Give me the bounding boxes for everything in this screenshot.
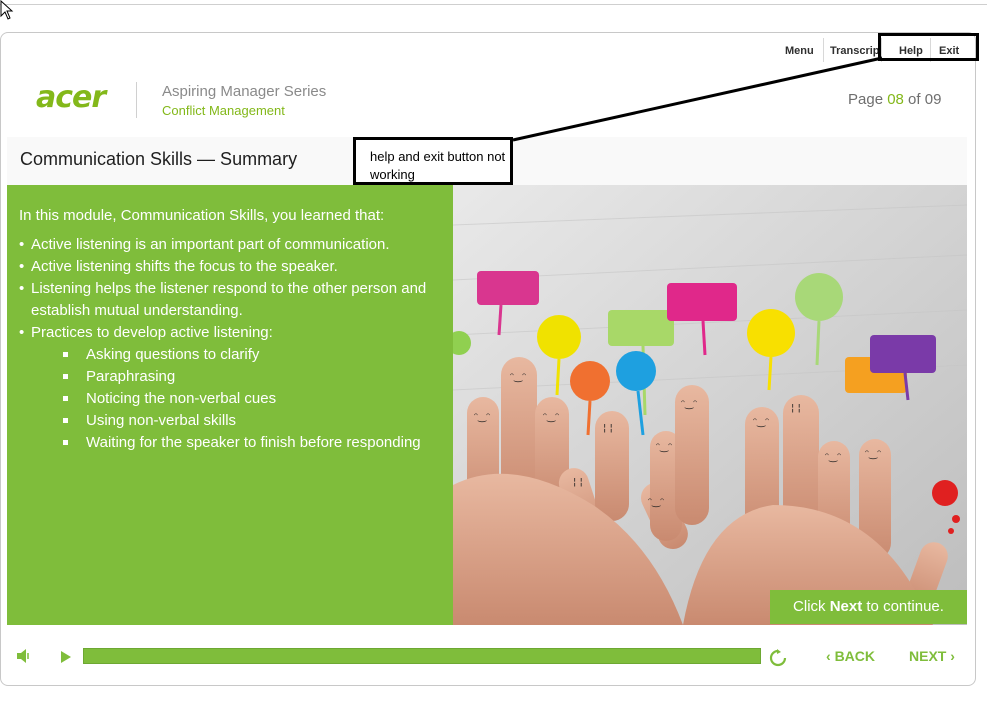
annotation-note: help and exit button not working bbox=[370, 149, 506, 182]
window-top-rule bbox=[0, 4, 987, 5]
svg-text:¦ ¦: ¦ ¦ bbox=[603, 423, 613, 434]
page-separator: of bbox=[903, 91, 925, 108]
bullet-text: Practices to develop active listening: bbox=[31, 324, 273, 341]
back-label: BACK bbox=[834, 648, 876, 664]
svg-text:ᵔ‿ᵔ: ᵔ‿ᵔ bbox=[656, 442, 672, 453]
nav-separator bbox=[823, 38, 824, 62]
svg-text:ᵔ‿ᵔ: ᵔ‿ᵔ bbox=[474, 412, 490, 423]
svg-text:ᵔ‿ᵔ: ᵔ‿ᵔ bbox=[753, 417, 769, 428]
svg-text:ᵔ‿ᵔ: ᵔ‿ᵔ bbox=[681, 399, 697, 410]
summary-bullet: • Active listening is an important part o… bbox=[19, 236, 390, 253]
page-total: 09 bbox=[924, 91, 942, 108]
fingers-speech-bubbles-illustration: ᵔ‿ᵔ ᵔ‿ᵔ ᵔ‿ᵔ ¦ ¦ ᵔ‿ᵔ ᵔ‿ᵔ ᵔ‿ᵔ ¦ ¦ ᵔ‿ᵔ ᵔ‿ᵔ ¦ ¦ ᵔ‿ᵔ bbox=[453, 185, 967, 625]
next-label: NEXT bbox=[909, 648, 947, 664]
play-icon[interactable] bbox=[60, 650, 72, 664]
replay-icon[interactable] bbox=[769, 649, 787, 667]
chevron-left-icon: ‹ bbox=[826, 648, 835, 664]
svg-text:ᵔ‿ᵔ: ᵔ‿ᵔ bbox=[648, 497, 664, 508]
transcript-button[interactable]: Transcrip bbox=[830, 45, 880, 57]
bullet-text: Active listening shifts the focus to the… bbox=[31, 258, 338, 275]
speaker-icon[interactable] bbox=[16, 649, 32, 663]
bullet-text: Active listening is an important part of… bbox=[31, 236, 390, 253]
next-button[interactable]: NEXT › bbox=[909, 648, 955, 664]
svg-text:ᵔ‿ᵔ: ᵔ‿ᵔ bbox=[510, 372, 526, 383]
practice-item: Paraphrasing bbox=[19, 366, 444, 388]
svg-text:ᵔ‿ᵔ: ᵔ‿ᵔ bbox=[825, 452, 841, 463]
annotation-highlight-box bbox=[878, 33, 979, 61]
menu-button[interactable]: Menu bbox=[785, 45, 814, 57]
course-module: Conflict Management bbox=[162, 103, 285, 118]
summary-bullet: • Listening helps the listener respond to… bbox=[19, 280, 427, 319]
page-current: 08 bbox=[887, 91, 904, 108]
mouse-cursor-icon bbox=[0, 0, 14, 20]
page-indicator: Page 08 of 09 bbox=[848, 91, 941, 108]
summary-intro: In this module, Communication Skills, yo… bbox=[19, 207, 385, 224]
svg-text:¦ ¦: ¦ ¦ bbox=[791, 403, 801, 414]
page-prefix: Page bbox=[848, 91, 888, 108]
practice-text: Waiting for the speaker to finish before… bbox=[86, 434, 421, 451]
practice-text: Using non-verbal skills bbox=[86, 412, 237, 429]
bullet-text: Listening helps the listener respond to … bbox=[31, 280, 427, 319]
progress-bar[interactable] bbox=[83, 648, 761, 664]
practice-text: Asking questions to clarify bbox=[86, 346, 260, 363]
svg-text:ᵔ‿ᵔ: ᵔ‿ᵔ bbox=[865, 449, 881, 460]
slide-title: Communication Skills — Summary bbox=[20, 149, 298, 169]
chevron-right-icon: › bbox=[946, 648, 955, 664]
practice-item: Waiting for the speaker to finish before… bbox=[19, 432, 444, 454]
cta-prefix: Click bbox=[793, 598, 830, 615]
acer-logo: acer bbox=[36, 80, 106, 115]
practice-item: Noticing the non-verbal cues bbox=[19, 388, 444, 410]
practice-item: Using non-verbal skills bbox=[19, 410, 444, 432]
course-series: Aspiring Manager Series bbox=[162, 83, 327, 100]
cta-next: Next bbox=[829, 598, 863, 615]
practice-text: Paraphrasing bbox=[86, 368, 176, 385]
header-divider bbox=[136, 82, 137, 118]
practice-text: Noticing the non-verbal cues bbox=[86, 390, 277, 407]
cta-suffix: to continue. bbox=[862, 598, 944, 615]
summary-bullet: • Active listening shifts the focus to th… bbox=[19, 258, 338, 275]
summary-bullet: • Practices to develop active listening: bbox=[19, 324, 273, 341]
summary-text: In this module, Communication Skills, yo… bbox=[19, 205, 444, 454]
back-button[interactable]: ‹ BACK bbox=[826, 648, 875, 664]
practice-item: Asking questions to clarify bbox=[19, 344, 444, 366]
svg-text:ᵔ‿ᵔ: ᵔ‿ᵔ bbox=[543, 412, 559, 423]
svg-text:¦ ¦: ¦ ¦ bbox=[573, 477, 583, 488]
progress-fill bbox=[84, 649, 760, 663]
continue-prompt: Click Next to continue. bbox=[770, 590, 967, 624]
